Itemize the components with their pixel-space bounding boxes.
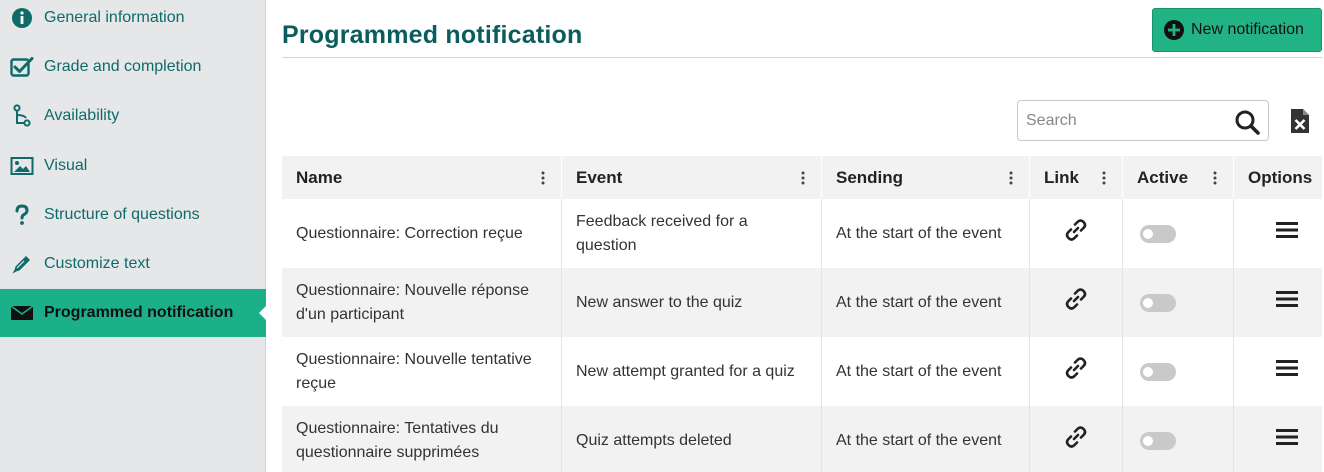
new-notification-button[interactable]: New notification: [1152, 8, 1322, 52]
link-icon[interactable]: [1064, 218, 1088, 250]
new-notification-label: New notification: [1191, 21, 1304, 38]
column-menu-icon[interactable]: [541, 170, 545, 185]
question-mark-icon: [10, 203, 34, 227]
sidebar-item-label: General information: [44, 9, 185, 26]
column-label: Active: [1137, 167, 1189, 187]
cell-active: [1123, 337, 1234, 406]
cell-active: [1123, 199, 1234, 268]
hamburger-menu-icon[interactable]: [1276, 428, 1298, 454]
table-row: Questionnaire: Nouvelle tentative reçue …: [282, 337, 1322, 406]
sidebar: General information Grade and completion…: [0, 0, 267, 472]
column-menu-icon[interactable]: [1213, 170, 1217, 185]
cell-sending: At the start of the event: [822, 199, 1030, 268]
cell-event: New answer to the quiz: [562, 268, 822, 337]
cell-name: Questionnaire: Tentatives du questionnai…: [282, 406, 562, 472]
active-toggle[interactable]: [1140, 431, 1176, 450]
cell-event: Quiz attempts deleted: [562, 406, 822, 472]
cell-sending: At the start of the event: [822, 337, 1030, 406]
sidebar-item-grade-and-completion[interactable]: Grade and completion: [0, 43, 266, 91]
cell-link: [1030, 268, 1123, 337]
cell-link: [1030, 199, 1123, 268]
cell-name: Questionnaire: Nouvelle tentative reçue: [282, 337, 562, 406]
active-toggle[interactable]: [1140, 224, 1176, 243]
search-input[interactable]: [1026, 109, 1226, 133]
search-icon[interactable]: [1234, 109, 1260, 135]
plus-circle-icon: [1163, 19, 1185, 41]
cell-options: [1234, 199, 1322, 268]
sidebar-item-structure-of-questions[interactable]: Structure of questions: [0, 191, 266, 239]
cell-sending: At the start of the event: [822, 406, 1030, 472]
envelope-icon: [10, 301, 34, 325]
sidebar-item-availability[interactable]: Availability: [0, 92, 266, 140]
cell-options: [1234, 337, 1322, 406]
sidebar-item-label: Structure of questions: [44, 206, 200, 223]
table-header: Name Event Sending Link Active Options: [282, 156, 1322, 199]
column-menu-icon[interactable]: [1009, 170, 1013, 185]
sidebar-item-label: Customize text: [44, 255, 150, 272]
cell-event: New attempt granted for a quiz: [562, 337, 822, 406]
link-icon[interactable]: [1064, 425, 1088, 457]
column-label: Link: [1044, 167, 1079, 187]
page-title: Programmed notification: [282, 21, 583, 49]
cell-name: Questionnaire: Correction reçue: [282, 199, 562, 268]
cell-event: Feedback received for a question: [562, 199, 822, 268]
sidebar-item-customize-text[interactable]: Customize text: [0, 240, 266, 288]
active-toggle[interactable]: [1140, 362, 1176, 381]
cell-name: Questionnaire: Nouvelle réponse d'un par…: [282, 268, 562, 337]
column-label: Name: [296, 167, 343, 187]
cell-options: [1234, 268, 1322, 337]
cell-link: [1030, 337, 1123, 406]
image-icon: [10, 154, 34, 178]
sidebar-item-programmed-notification[interactable]: Programmed notification: [0, 289, 267, 337]
hamburger-menu-icon[interactable]: [1276, 359, 1298, 385]
search-box: [1017, 100, 1269, 141]
branch-icon: [10, 104, 34, 128]
column-menu-icon[interactable]: [1102, 170, 1106, 185]
column-header-link[interactable]: Link: [1030, 156, 1123, 199]
title-divider: [282, 57, 1322, 58]
column-header-event[interactable]: Event: [562, 156, 822, 199]
cell-sending: At the start of the event: [822, 268, 1030, 337]
column-label: Sending: [836, 167, 904, 187]
column-menu-icon[interactable]: [801, 170, 805, 185]
column-label: Event: [576, 167, 623, 187]
sidebar-item-label: Availability: [44, 107, 120, 124]
cell-link: [1030, 406, 1123, 472]
table-row: Questionnaire: Nouvelle réponse d'un par…: [282, 268, 1322, 337]
column-header-active[interactable]: Active: [1123, 156, 1234, 199]
checkbox-checked-icon: [10, 55, 34, 79]
cell-active: [1123, 268, 1234, 337]
sidebar-item-label: Programmed notification: [44, 304, 234, 321]
sidebar-item-visual[interactable]: Visual: [0, 142, 266, 190]
column-header-sending[interactable]: Sending: [822, 156, 1030, 199]
cell-active: [1123, 406, 1234, 472]
sidebar-item-label: Grade and completion: [44, 58, 202, 75]
active-toggle[interactable]: [1140, 293, 1176, 312]
export-excel-icon[interactable]: [1289, 108, 1311, 134]
column-label: Options: [1248, 167, 1313, 187]
sidebar-item-general-information[interactable]: General information: [0, 0, 266, 42]
column-header-name[interactable]: Name: [282, 156, 562, 199]
table-row: Questionnaire: Correction reçue Feedback…: [282, 199, 1322, 268]
link-icon[interactable]: [1064, 356, 1088, 388]
column-header-options: Options: [1234, 156, 1322, 199]
link-icon[interactable]: [1064, 287, 1088, 319]
table-row: Questionnaire: Tentatives du questionnai…: [282, 406, 1322, 472]
hamburger-menu-icon[interactable]: [1276, 221, 1298, 247]
sidebar-item-label: Visual: [44, 157, 88, 174]
cell-options: [1234, 406, 1322, 472]
pencil-icon: [10, 252, 34, 276]
info-circle-icon: [10, 6, 34, 30]
hamburger-menu-icon[interactable]: [1276, 290, 1298, 316]
